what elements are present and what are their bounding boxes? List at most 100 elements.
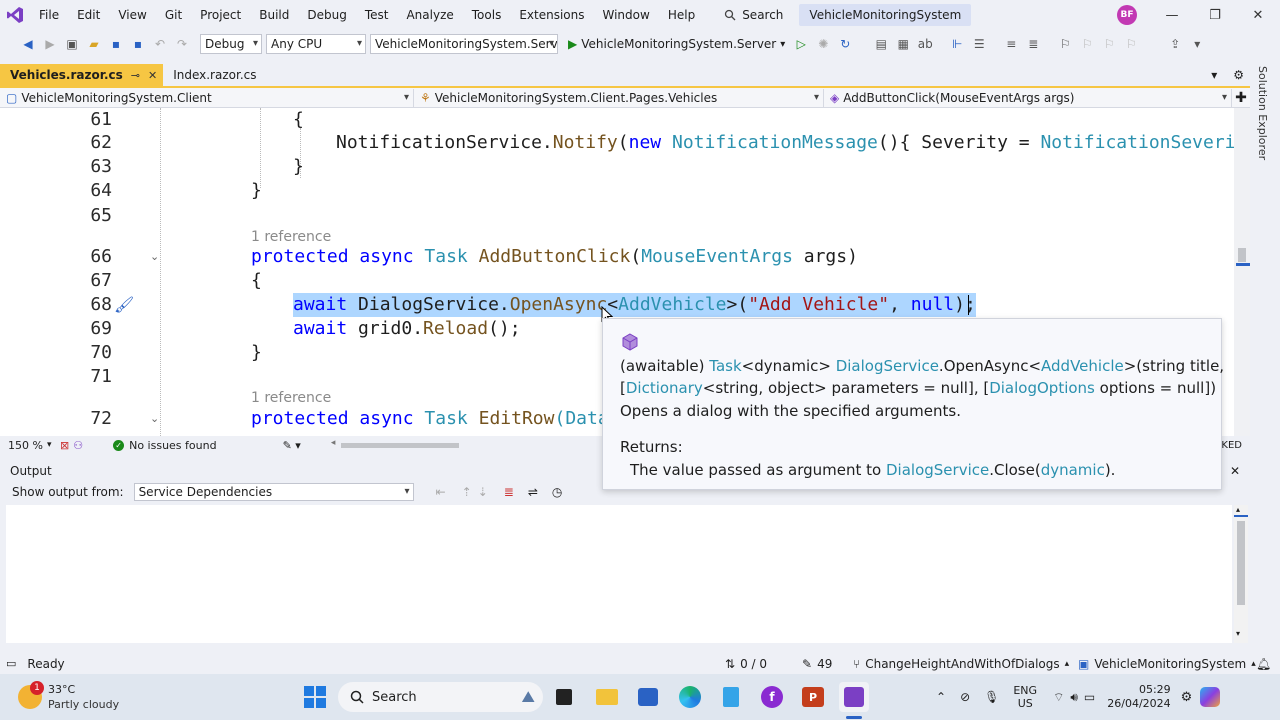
clear-all-icon[interactable]: ≣	[504, 485, 514, 499]
scroll-thumb[interactable]	[1237, 521, 1245, 605]
toolbar-options-button[interactable]: ▾	[1187, 34, 1207, 54]
output-source-dropdown[interactable]: Service Dependencies	[133, 483, 414, 501]
feedback-icon[interactable]: ⚇	[73, 439, 83, 452]
clock[interactable]: 05:29 26/04/2024	[1107, 683, 1170, 711]
menu-test[interactable]: Test	[356, 0, 398, 30]
taskbar-powerpoint[interactable]: P	[798, 682, 828, 712]
type-link[interactable]: AddVehicle	[1041, 357, 1124, 375]
layout-button[interactable]: ▦	[893, 34, 913, 54]
pin-icon[interactable]: ⊸	[131, 69, 140, 82]
zoom-dropdown[interactable]: 150 % ▾	[0, 439, 60, 452]
search-button[interactable]: Search	[714, 4, 793, 26]
taskbar-search-box[interactable]: Search ⛰	[338, 682, 543, 712]
weather-widget[interactable]: 1 33°C Partly cloudy	[18, 681, 119, 712]
close-window-button[interactable]: ✕	[1236, 0, 1280, 30]
collapse-icon[interactable]: ⌄	[150, 412, 159, 425]
scroll-up-icon[interactable]: ▴	[1236, 505, 1240, 514]
tab-list-dropdown[interactable]: ▾	[1201, 64, 1223, 86]
taskbar-task-view[interactable]	[549, 682, 579, 712]
hot-reload-button[interactable]: ✺	[813, 34, 833, 54]
format-button[interactable]: ☰	[969, 34, 989, 54]
type-link[interactable]: DialogService	[836, 357, 939, 375]
close-panel-icon[interactable]: ✕	[1230, 464, 1240, 478]
reference-count-link[interactable]: 1 reference	[251, 229, 331, 245]
configuration-dropdown[interactable]: Debug	[200, 34, 262, 54]
tab-vehicles-razor-cs[interactable]: Vehicles.razor.cs ⊸ ✕	[0, 64, 164, 86]
issues-indicator[interactable]: ✓ No issues found	[113, 439, 217, 452]
start-button[interactable]	[300, 682, 330, 712]
taskbar-app-f[interactable]: f	[757, 682, 787, 712]
battery-icon[interactable]: ▭	[1084, 690, 1095, 704]
microphone-icon[interactable]: 🎙︎	[984, 690, 999, 704]
save-all-button[interactable]: ▪	[128, 34, 148, 54]
scroll-thumb[interactable]	[340, 443, 459, 448]
minimize-button[interactable]: —	[1150, 0, 1194, 30]
copilot-taskbar-icon[interactable]	[1200, 687, 1221, 707]
git-branch-dropdown[interactable]: ⑂ ChangeHeightAndWithOfDialogs ▴	[853, 653, 1069, 674]
next-bookmark-button[interactable]: ⚐	[1099, 34, 1119, 54]
start-without-debugging-button[interactable]: ▷	[791, 34, 811, 54]
prev-bookmark-button[interactable]: ⚐	[1077, 34, 1097, 54]
language-indicator[interactable]: ENG US	[1013, 684, 1037, 710]
scroll-down-icon[interactable]: ▾	[1236, 629, 1240, 638]
tab-settings-button[interactable]: ⚙	[1223, 64, 1250, 86]
taskbar-notepad[interactable]	[716, 682, 746, 712]
pending-edits-indicator[interactable]: ✎ 49	[802, 653, 832, 674]
navigate-forward-button[interactable]: ▶	[40, 34, 60, 54]
timestamp-icon[interactable]: ◷	[552, 485, 562, 499]
menu-file[interactable]: File	[30, 0, 68, 30]
vertical-scrollbar[interactable]	[1234, 108, 1250, 436]
menu-help[interactable]: Help	[659, 0, 704, 30]
git-changes-indicator[interactable]: ⇅ 0 / 0	[725, 653, 767, 674]
user-avatar[interactable]: BF	[1117, 5, 1137, 25]
new-project-button[interactable]: ▣	[62, 34, 82, 54]
close-tab-icon[interactable]: ✕	[148, 69, 157, 82]
redo-button[interactable]: ↷	[172, 34, 192, 54]
startup-project-dropdown[interactable]: VehicleMonitoringSystem.Server	[370, 34, 558, 54]
repository-dropdown[interactable]: ▣ VehicleMonitoringSystem ▴	[1078, 653, 1256, 674]
project-scope-dropdown[interactable]: ▢ VehicleMonitoringSystem.Client	[0, 88, 414, 107]
output-text-area[interactable]	[6, 505, 1232, 643]
clear-bookmarks-button[interactable]: ⚐	[1121, 34, 1141, 54]
platform-dropdown[interactable]: Any CPU	[266, 34, 366, 54]
save-button[interactable]: ▪	[106, 34, 126, 54]
refresh-button[interactable]: ↻	[835, 34, 855, 54]
prev-message-icon[interactable]: ⇡	[462, 485, 472, 499]
menu-build[interactable]: Build	[250, 0, 298, 30]
navigate-back-button[interactable]: ◀	[18, 34, 38, 54]
output-window-icon[interactable]: ▭	[6, 657, 16, 670]
type-link[interactable]: DialogOptions	[989, 379, 1095, 397]
type-link[interactable]: Dictionary	[626, 379, 703, 397]
speaker-icon[interactable]: 🔊︎	[1070, 690, 1078, 705]
bookmark-button[interactable]: ⚐	[1055, 34, 1075, 54]
class-scope-dropdown[interactable]: ⚘ VehicleMonitoringSystem.Client.Pages.V…	[414, 88, 824, 107]
menu-view[interactable]: View	[109, 0, 155, 30]
solution-explorer-tab[interactable]: Solution Explorer	[1256, 66, 1269, 160]
reference-count-link[interactable]: 1 reference	[251, 390, 331, 406]
spell-check-button[interactable]: ab	[915, 34, 935, 54]
member-scope-dropdown[interactable]: ◈ AddButtonClick(MouseEventArgs args)	[824, 88, 1232, 107]
wifi-icon[interactable]: ⌔	[1053, 690, 1064, 705]
menu-debug[interactable]: Debug	[298, 0, 355, 30]
taskbar-edge[interactable]	[675, 682, 705, 712]
network-off-icon[interactable]: ⊘	[960, 690, 970, 704]
word-wrap-icon[interactable]: ⇌	[528, 485, 538, 499]
comment-button[interactable]: ≡	[1001, 34, 1021, 54]
uncomment-button[interactable]: ≣	[1023, 34, 1043, 54]
share-button[interactable]: ⇪	[1165, 34, 1185, 54]
browser-link-button[interactable]: ▤	[871, 34, 891, 54]
menu-window[interactable]: Window	[594, 0, 659, 30]
scroll-thumb[interactable]	[1238, 248, 1246, 262]
type-link[interactable]: Task	[709, 357, 741, 375]
notification-center-icon[interactable]: ⚙	[1181, 690, 1193, 705]
undo-button[interactable]: ↶	[150, 34, 170, 54]
taskbar-file-explorer[interactable]	[592, 682, 622, 712]
maximize-button[interactable]: ❐	[1193, 0, 1237, 30]
code-cleanup-icon[interactable]: ✎ ▾	[283, 439, 301, 452]
type-link[interactable]: DialogService	[886, 461, 989, 479]
taskbar-store[interactable]	[633, 682, 663, 712]
align-button[interactable]: ⊩	[947, 34, 967, 54]
menu-edit[interactable]: Edit	[68, 0, 109, 30]
open-file-button[interactable]: ▰	[84, 34, 104, 54]
solution-name-badge[interactable]: VehicleMonitoringSystem	[799, 4, 972, 26]
